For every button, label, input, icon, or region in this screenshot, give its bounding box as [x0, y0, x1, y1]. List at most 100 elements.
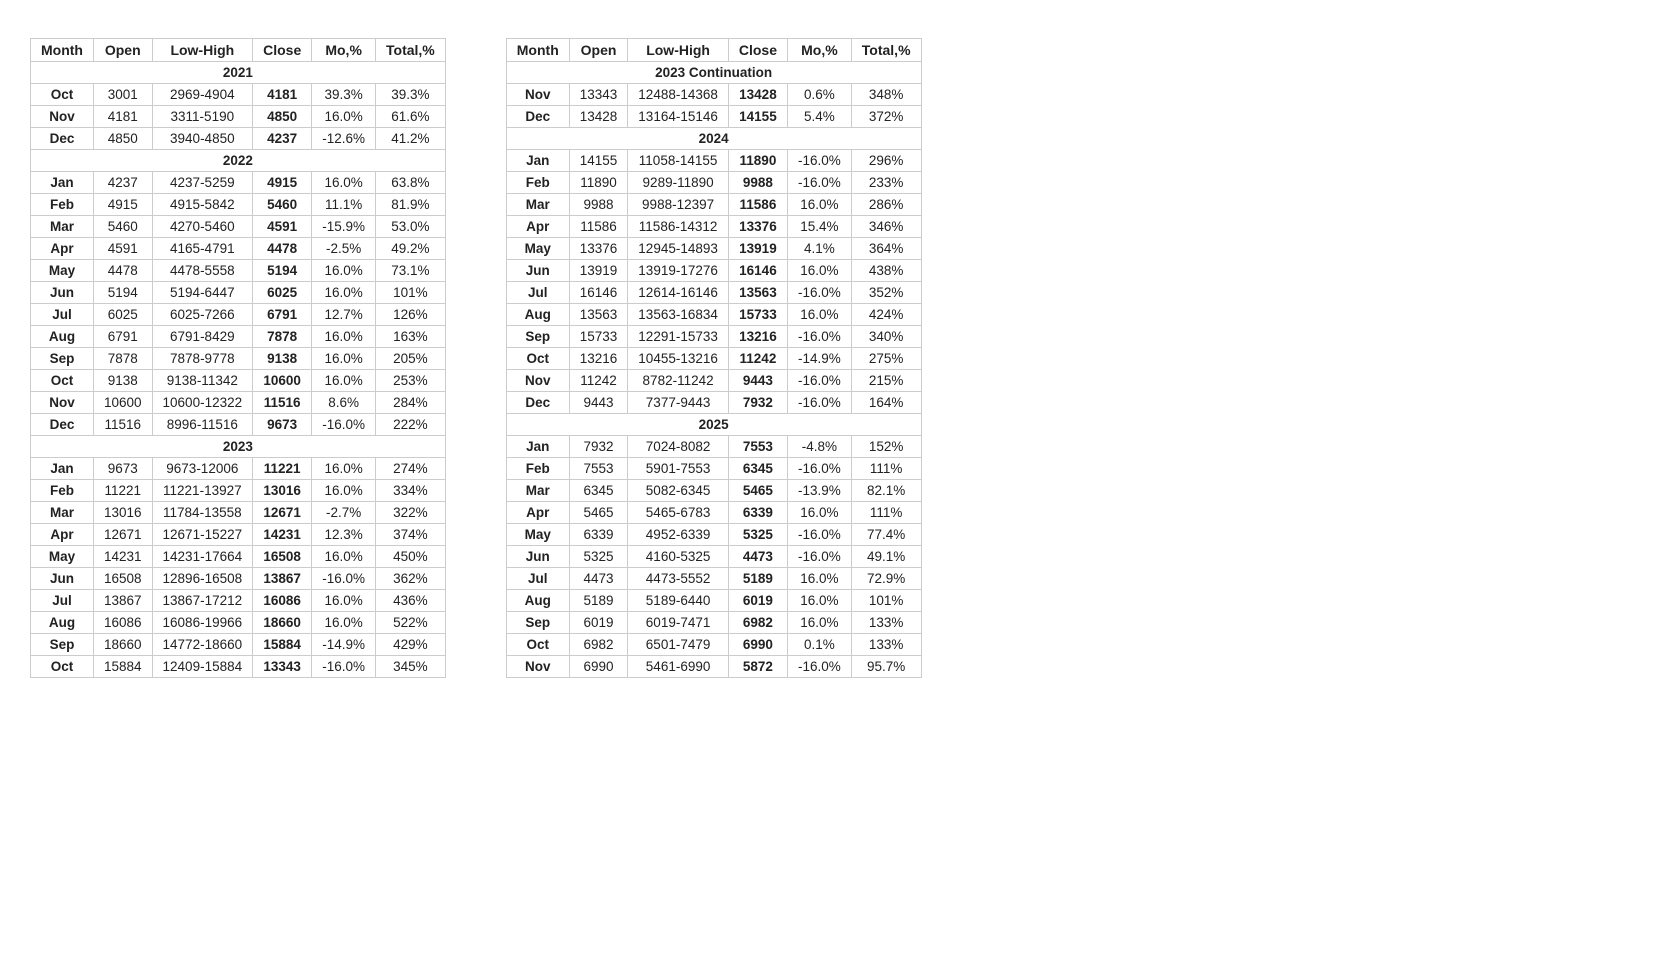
- cell-month: Jul: [506, 282, 569, 304]
- cell-value: 6345: [569, 480, 628, 502]
- cell-close: 13867: [253, 568, 312, 590]
- table-row: Aug51895189-6440601916.0%101%: [506, 590, 921, 612]
- cell-value: 16.0%: [788, 304, 852, 326]
- table-row: Jun51945194-6447602516.0%101%: [31, 282, 446, 304]
- table-row: Apr45914165-47914478-2.5%49.2%: [31, 238, 446, 260]
- cell-value: 205%: [376, 348, 446, 370]
- cell-value: -16.0%: [788, 370, 852, 392]
- cell-value: 4915: [93, 194, 152, 216]
- table-row: Sep78787878-9778913816.0%205%: [31, 348, 446, 370]
- cell-value: 16.0%: [312, 282, 376, 304]
- table-row: Dec94437377-94437932-16.0%164%: [506, 392, 921, 414]
- cell-close: 6791: [253, 304, 312, 326]
- cell-value: 6990: [569, 656, 628, 678]
- cell-value: 7024-8082: [628, 436, 729, 458]
- table-row: Jun53254160-53254473-16.0%49.1%: [506, 546, 921, 568]
- cell-value: 12.3%: [312, 524, 376, 546]
- cell-value: 4478: [93, 260, 152, 282]
- cell-close: 4181: [253, 84, 312, 106]
- table-row: Nov112428782-112429443-16.0%215%: [506, 370, 921, 392]
- table-row: Feb118909289-118909988-16.0%233%: [506, 172, 921, 194]
- cell-close: 13428: [728, 84, 787, 106]
- table-row: Mar1301611784-1355812671-2.7%322%: [31, 502, 446, 524]
- cell-value: 8.6%: [312, 392, 376, 414]
- cell-value: 63.8%: [376, 172, 446, 194]
- cell-month: Jun: [31, 568, 94, 590]
- cell-value: 16.0%: [788, 568, 852, 590]
- cell-month: Feb: [31, 480, 94, 502]
- cell-month: Dec: [31, 414, 94, 436]
- cell-value: 16086: [93, 612, 152, 634]
- cell-value: -13.9%: [788, 480, 852, 502]
- cell-value: -12.6%: [312, 128, 376, 150]
- cell-value: 7377-9443: [628, 392, 729, 414]
- cell-close: 12671: [253, 502, 312, 524]
- col-month-r: Month: [506, 39, 569, 62]
- table-row: May1423114231-176641650816.0%450%: [31, 546, 446, 568]
- table-row: Mar54604270-54604591-15.9%53.0%: [31, 216, 446, 238]
- cell-value: -16.0%: [788, 546, 852, 568]
- cell-value: 10600: [93, 392, 152, 414]
- cell-value: 16.0%: [312, 590, 376, 612]
- cell-close: 4478: [253, 238, 312, 260]
- cell-month: Dec: [506, 106, 569, 128]
- cell-close: 11221: [253, 458, 312, 480]
- cell-value: 12896-16508: [152, 568, 253, 590]
- cell-month: Aug: [31, 326, 94, 348]
- cell-value: 12945-14893: [628, 238, 729, 260]
- cell-value: 16.0%: [312, 612, 376, 634]
- col-total-r: Total,%: [851, 39, 921, 62]
- cell-value: 6501-7479: [628, 634, 729, 656]
- cell-value: 16.0%: [312, 172, 376, 194]
- cell-value: 16.0%: [788, 590, 852, 612]
- cell-value: 13164-15146: [628, 106, 729, 128]
- table-row: Oct69826501-747969900.1%133%: [506, 634, 921, 656]
- table-row: Nov41813311-5190485016.0%61.6%: [31, 106, 446, 128]
- col-month: Month: [31, 39, 94, 62]
- cell-value: 4952-6339: [628, 524, 729, 546]
- cell-value: 362%: [376, 568, 446, 590]
- cell-month: Oct: [506, 348, 569, 370]
- cell-value: 9138: [93, 370, 152, 392]
- section-year-header: 2021: [31, 62, 446, 84]
- cell-value: 233%: [851, 172, 921, 194]
- cell-month: Jan: [506, 436, 569, 458]
- cell-month: Jul: [31, 304, 94, 326]
- cell-month: Nov: [506, 656, 569, 678]
- tables-container: Month Open Low-High Close Mo,% Total,% 2…: [30, 38, 1623, 678]
- cell-close: 13216: [728, 326, 787, 348]
- cell-close: 16146: [728, 260, 787, 282]
- cell-value: 6025: [93, 304, 152, 326]
- cell-value: 39.3%: [312, 84, 376, 106]
- cell-value: 16.0%: [788, 194, 852, 216]
- cell-close: 5194: [253, 260, 312, 282]
- col-close-r: Close: [728, 39, 787, 62]
- table-row: Apr1158611586-143121337615.4%346%: [506, 216, 921, 238]
- cell-value: 374%: [376, 524, 446, 546]
- table-row: Apr1267112671-152271423112.3%374%: [31, 524, 446, 546]
- cell-value: 4160-5325: [628, 546, 729, 568]
- cell-month: Apr: [506, 216, 569, 238]
- cell-value: 53.0%: [376, 216, 446, 238]
- cell-value: 296%: [851, 150, 921, 172]
- cell-close: 9988: [728, 172, 787, 194]
- cell-value: 13428: [569, 106, 628, 128]
- table-row: Aug67916791-8429787816.0%163%: [31, 326, 446, 348]
- cell-value: 12671: [93, 524, 152, 546]
- cell-value: 16.0%: [312, 458, 376, 480]
- section-year-header: 2025: [506, 414, 921, 436]
- table-row: Jul1614612614-1614613563-16.0%352%: [506, 282, 921, 304]
- cell-value: -16.0%: [788, 656, 852, 678]
- cell-value: 12614-16146: [628, 282, 729, 304]
- cell-value: 9988: [569, 194, 628, 216]
- cell-value: 49.1%: [851, 546, 921, 568]
- cell-month: Mar: [506, 194, 569, 216]
- table-row: Dec1342813164-15146141555.4%372%: [506, 106, 921, 128]
- cell-value: 372%: [851, 106, 921, 128]
- cell-value: 16086-19966: [152, 612, 253, 634]
- cell-value: -2.7%: [312, 502, 376, 524]
- cell-value: -14.9%: [312, 634, 376, 656]
- cell-value: 11221-13927: [152, 480, 253, 502]
- cell-value: 9443: [569, 392, 628, 414]
- cell-value: 13563-16834: [628, 304, 729, 326]
